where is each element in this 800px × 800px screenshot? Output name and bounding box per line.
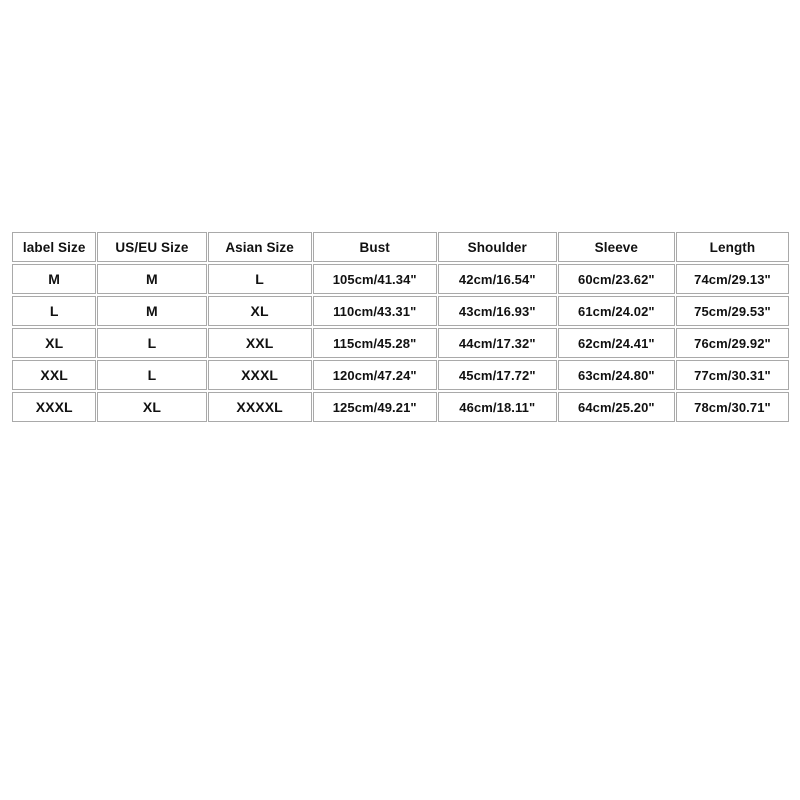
column-header-sleeve: Sleeve bbox=[557, 232, 675, 262]
cell-sleeve: 61cm/24.02" bbox=[557, 296, 675, 326]
size-chart-table: label Size US/EU Size Asian Size Bust Sh… bbox=[12, 231, 790, 423]
column-header-us-eu-size: US/EU Size bbox=[97, 232, 207, 262]
cell-bust: 120cm/47.24" bbox=[312, 360, 437, 390]
table-row: XXL L XXXL 120cm/47.24" 45cm/17.72" 63cm… bbox=[12, 359, 790, 391]
cell-length: 75cm/29.53" bbox=[675, 296, 790, 326]
table-row: XXXL XL XXXXL 125cm/49.21" 46cm/18.11" 6… bbox=[12, 391, 790, 423]
cell-length: 76cm/29.92" bbox=[675, 328, 790, 358]
cell-label-size: L bbox=[12, 296, 97, 326]
column-header-bust: Bust bbox=[312, 232, 437, 262]
column-header-asian-size: Asian Size bbox=[207, 232, 312, 262]
table-row: L M XL 110cm/43.31" 43cm/16.93" 61cm/24.… bbox=[12, 295, 790, 327]
cell-us-eu-size: M bbox=[97, 264, 207, 294]
column-header-length: Length bbox=[675, 232, 790, 262]
cell-shoulder: 46cm/18.11" bbox=[437, 392, 557, 422]
cell-asian-size: XXXXL bbox=[207, 392, 312, 422]
cell-sleeve: 63cm/24.80" bbox=[557, 360, 675, 390]
cell-sleeve: 60cm/23.62" bbox=[557, 264, 675, 294]
cell-us-eu-size: L bbox=[97, 328, 207, 358]
column-header-label-size: label Size bbox=[12, 232, 97, 262]
cell-shoulder: 45cm/17.72" bbox=[437, 360, 557, 390]
cell-label-size: XXL bbox=[12, 360, 97, 390]
cell-length: 77cm/30.31" bbox=[675, 360, 790, 390]
cell-asian-size: XL bbox=[207, 296, 312, 326]
column-header-shoulder: Shoulder bbox=[437, 232, 557, 262]
page-canvas: label Size US/EU Size Asian Size Bust Sh… bbox=[0, 0, 800, 800]
cell-bust: 115cm/45.28" bbox=[312, 328, 437, 358]
cell-sleeve: 62cm/24.41" bbox=[557, 328, 675, 358]
cell-bust: 125cm/49.21" bbox=[312, 392, 437, 422]
cell-us-eu-size: M bbox=[97, 296, 207, 326]
cell-asian-size: XXL bbox=[207, 328, 312, 358]
table-row: XL L XXL 115cm/45.28" 44cm/17.32" 62cm/2… bbox=[12, 327, 790, 359]
cell-asian-size: XXXL bbox=[207, 360, 312, 390]
cell-us-eu-size: XL bbox=[97, 392, 207, 422]
table-row: M M L 105cm/41.34" 42cm/16.54" 60cm/23.6… bbox=[12, 263, 790, 295]
cell-sleeve: 64cm/25.20" bbox=[557, 392, 675, 422]
cell-us-eu-size: L bbox=[97, 360, 207, 390]
cell-label-size: XL bbox=[12, 328, 97, 358]
table-header-row: label Size US/EU Size Asian Size Bust Sh… bbox=[12, 231, 790, 263]
cell-bust: 105cm/41.34" bbox=[312, 264, 437, 294]
cell-shoulder: 42cm/16.54" bbox=[437, 264, 557, 294]
cell-shoulder: 43cm/16.93" bbox=[437, 296, 557, 326]
cell-length: 74cm/29.13" bbox=[675, 264, 790, 294]
cell-shoulder: 44cm/17.32" bbox=[437, 328, 557, 358]
cell-asian-size: L bbox=[207, 264, 312, 294]
cell-label-size: XXXL bbox=[12, 392, 97, 422]
cell-bust: 110cm/43.31" bbox=[312, 296, 437, 326]
cell-length: 78cm/30.71" bbox=[675, 392, 790, 422]
cell-label-size: M bbox=[12, 264, 97, 294]
